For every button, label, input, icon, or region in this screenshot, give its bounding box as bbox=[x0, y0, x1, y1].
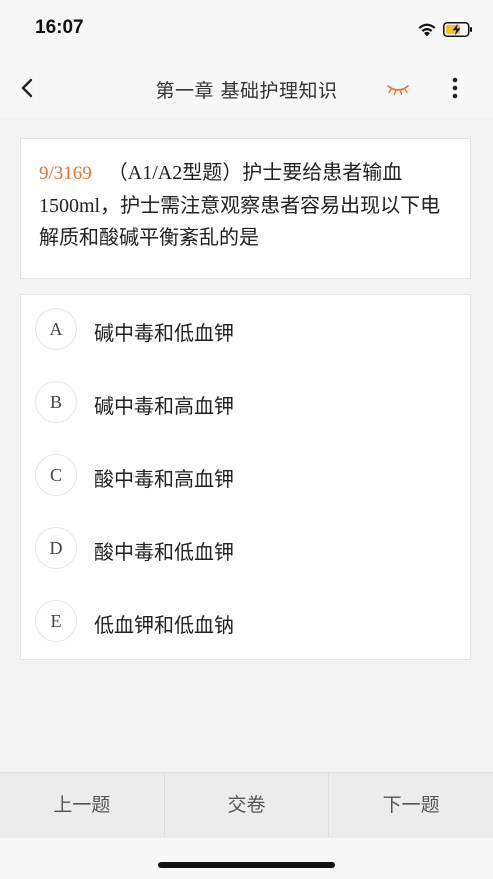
option-letter: D bbox=[35, 527, 77, 569]
status-icons bbox=[417, 18, 473, 40]
option-letter: E bbox=[35, 600, 77, 642]
option-e[interactable]: E 低血钾和低血钠 bbox=[21, 587, 470, 660]
question-card: 9/3169 （A1/A2型题）护士要给患者输血1500ml，护士需注意观察患者容… bbox=[20, 138, 471, 279]
battery-charging-icon bbox=[443, 21, 472, 37]
option-text: 酸中毒和高血钾 bbox=[94, 467, 234, 491]
options-card: A 碱中毒和低血钾 B 碱中毒和高血钾 C 酸中毒和高血钾 D 酸中毒和低血钾 … bbox=[20, 294, 471, 660]
option-a[interactable]: A 碱中毒和低血钾 bbox=[21, 295, 470, 368]
option-d[interactable]: D 酸中毒和低血钾 bbox=[21, 514, 470, 587]
home-indicator[interactable] bbox=[158, 862, 335, 868]
option-text: 碱中毒和高血钾 bbox=[94, 394, 234, 418]
option-letter: C bbox=[35, 454, 77, 496]
bottom-toolbar: 上一题 交卷 下一题 bbox=[0, 772, 493, 838]
option-letter: A bbox=[35, 308, 77, 350]
next-question-button[interactable]: 下一题 bbox=[328, 773, 493, 838]
question-content: 9/3169 （A1/A2型题）护士要给患者输血1500ml，护士需注意观察患者容… bbox=[0, 118, 493, 772]
option-letter: B bbox=[35, 381, 77, 423]
option-text: 酸中毒和低血钾 bbox=[94, 540, 234, 564]
option-text: 碱中毒和低血钾 bbox=[94, 321, 234, 345]
option-b[interactable]: B 碱中毒和高血钾 bbox=[21, 368, 470, 441]
wifi-icon bbox=[418, 23, 436, 36]
prev-question-button[interactable]: 上一题 bbox=[0, 773, 164, 838]
question-stem: 9/3169 （A1/A2型题）护士要给患者输血1500ml，护士需注意观察患者容… bbox=[39, 157, 452, 254]
option-text: 低血钾和低血钠 bbox=[94, 613, 234, 637]
submit-exam-button[interactable]: 交卷 bbox=[163, 773, 329, 838]
status-bar: 16:07 bbox=[0, 0, 493, 58]
question-text: （A1/A2型题）护士要给患者输血1500ml，护士需注意观察患者容易出现以下电… bbox=[39, 162, 441, 249]
status-time: 16:07 bbox=[35, 17, 84, 38]
page-title: 第一章 基础护理知识 bbox=[155, 80, 338, 102]
more-vertical-icon[interactable] bbox=[446, 74, 464, 102]
home-indicator-area bbox=[0, 838, 493, 879]
eye-closed-icon[interactable] bbox=[385, 78, 411, 98]
question-number: 9/3169 bbox=[39, 163, 92, 184]
nav-bar: 第一章 基础护理知识 bbox=[0, 58, 493, 118]
option-c[interactable]: C 酸中毒和高血钾 bbox=[21, 441, 470, 514]
